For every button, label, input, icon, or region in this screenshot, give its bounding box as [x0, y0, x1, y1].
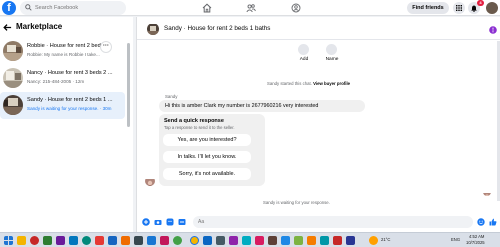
conversation-title: Nancy · House for rent 3 beds 2 ...: [27, 70, 113, 76]
seen-avatar: [483, 188, 491, 196]
app-icon[interactable]: [333, 236, 342, 245]
listing-thumbnail: [3, 95, 23, 115]
sidebar-header: Marketplace: [2, 22, 122, 34]
app-icon[interactable]: [173, 236, 182, 245]
chat-started-notice: Sandy started this chat. View buyer prof…: [267, 81, 350, 86]
quick-action-label: Name: [325, 57, 339, 62]
app-icon[interactable]: [281, 236, 290, 245]
app-icon[interactable]: [346, 236, 355, 245]
quick-response-option[interactable]: In talks. I'll let you know.: [163, 151, 251, 163]
app-icon[interactable]: [82, 236, 91, 245]
thumbs-up-icon[interactable]: [489, 218, 497, 226]
chrome-icon[interactable]: [190, 236, 199, 245]
app-icon[interactable]: [229, 236, 238, 245]
add-quick-action[interactable]: Add: [292, 42, 316, 64]
notification-badge: 4: [477, 0, 484, 6]
quick-response-title: Send a quick response: [164, 118, 224, 124]
pencil-icon: [326, 44, 337, 55]
name-quick-action[interactable]: Name: [320, 42, 344, 64]
message-bubble: Hi this is amber Clark my number is 2677…: [159, 100, 365, 112]
quick-action-label: Add: [299, 57, 309, 62]
search-icon: [25, 4, 32, 11]
conversation-item-nancy[interactable]: Nancy · House for rent 3 beds 2 ... Nanc…: [0, 65, 125, 92]
windows-start-icon[interactable]: [4, 236, 13, 245]
app-icon[interactable]: [255, 236, 264, 245]
app-icon[interactable]: [203, 236, 212, 245]
conversation-preview: Nancy: 215-484-2005 · 12m: [27, 79, 85, 84]
conversation-preview: Sandy is waiting for your response. · 30…: [27, 106, 112, 111]
app-icon[interactable]: [147, 236, 156, 245]
menu-grid-button[interactable]: [453, 2, 465, 14]
conversation-item-robbie[interactable]: Robbie · House for rent 2 bed... Robbie:…: [0, 38, 125, 65]
back-arrow-icon[interactable]: [3, 23, 12, 32]
marketplace-sidebar: Marketplace Robbie · House for rent 2 be…: [0, 17, 133, 232]
camera-icon[interactable]: [154, 218, 162, 226]
menu-grid-icon: [456, 5, 462, 11]
clock-date[interactable]: 10/7/2025: [466, 240, 485, 245]
sender-name: Sandy: [165, 94, 178, 99]
home-icon[interactable]: [202, 3, 212, 13]
more-options-button[interactable]: ···: [100, 41, 112, 53]
groups-icon[interactable]: [291, 3, 301, 13]
emoji-icon[interactable]: [477, 218, 485, 226]
conversation-panel: Sandy · House for rent 2 beds 1 baths Ad…: [136, 17, 500, 232]
message-composer: [137, 213, 500, 232]
plus-circle-icon[interactable]: [142, 218, 150, 226]
friends-icon[interactable]: [246, 3, 256, 13]
facebook-marketplace-window: f Find friends: [0, 0, 500, 247]
app-icon[interactable]: [268, 236, 277, 245]
quick-response-subtitle: Tap a response to send it to the seller.: [164, 125, 235, 130]
sticker-icon[interactable]: [166, 218, 174, 226]
quick-response-option[interactable]: Sorry, it's not available.: [163, 168, 251, 180]
top-navigation-bar: f Find friends: [0, 0, 500, 16]
app-icon[interactable]: [160, 236, 169, 245]
app-icon[interactable]: [294, 236, 303, 245]
quick-response-card: Send a quick response Tap a response to …: [159, 114, 265, 186]
app-icon[interactable]: [69, 236, 78, 245]
weather-temperature[interactable]: 21°C: [381, 237, 390, 242]
app-icon[interactable]: [320, 236, 329, 245]
app-icon[interactable]: [108, 236, 117, 245]
chat-started-text: Sandy started this chat.: [267, 81, 312, 86]
search-box[interactable]: [20, 1, 126, 15]
app-icon[interactable]: [95, 236, 104, 245]
app-icon[interactable]: [216, 236, 225, 245]
weather-icon[interactable]: [369, 236, 378, 245]
listing-thumbnail: [3, 41, 23, 61]
file-explorer-icon[interactable]: [17, 236, 26, 245]
app-icon[interactable]: [43, 236, 52, 245]
more-vertical-icon[interactable]: [489, 26, 497, 34]
app-icon[interactable]: [30, 236, 39, 245]
search-input[interactable]: [35, 1, 123, 15]
notifications-icon: [471, 5, 477, 12]
conversation-item-sandy[interactable]: Sandy · House for rent 2 beds 1 ... Sand…: [0, 92, 125, 119]
waiting-notice: Sandy is waiting for your response.: [263, 200, 330, 205]
listing-thumbnail: [3, 68, 23, 88]
facebook-logo[interactable]: f: [2, 1, 16, 15]
gif-icon[interactable]: [178, 218, 186, 226]
message-input[interactable]: [193, 216, 473, 228]
view-buyer-profile-link[interactable]: View buyer profile: [313, 81, 350, 86]
conversation-title: Sandy · House for rent 2 beds 1 ...: [27, 97, 113, 103]
language-indicator[interactable]: ENG: [451, 237, 460, 242]
find-friends-button[interactable]: Find friends: [407, 2, 449, 14]
app-icon[interactable]: [121, 236, 130, 245]
app-icon[interactable]: [307, 236, 316, 245]
windows-taskbar: 21°C ENG 4:52 AM 10/7/2025: [0, 232, 500, 247]
clock-time[interactable]: 4:52 AM: [469, 234, 484, 239]
main-nav: [190, 1, 314, 15]
quick-response-option[interactable]: Yes, are you interested?: [163, 134, 251, 146]
sidebar-title: Marketplace: [16, 22, 63, 31]
conversation-header: Sandy · House for rent 2 beds 1 baths: [137, 17, 500, 40]
profile-avatar[interactable]: [486, 2, 498, 14]
listing-thumbnail[interactable]: [147, 23, 159, 35]
more-options-icon: ···: [103, 43, 109, 49]
conversation-title[interactable]: Sandy · House for rent 2 beds 1 baths: [164, 25, 270, 32]
sidebar-scrollbar[interactable]: [127, 43, 130, 127]
app-icon[interactable]: [134, 236, 143, 245]
app-icon[interactable]: [242, 236, 251, 245]
app-icon[interactable]: [56, 236, 65, 245]
sender-avatar[interactable]: [145, 176, 155, 186]
add-person-icon: [298, 44, 309, 55]
